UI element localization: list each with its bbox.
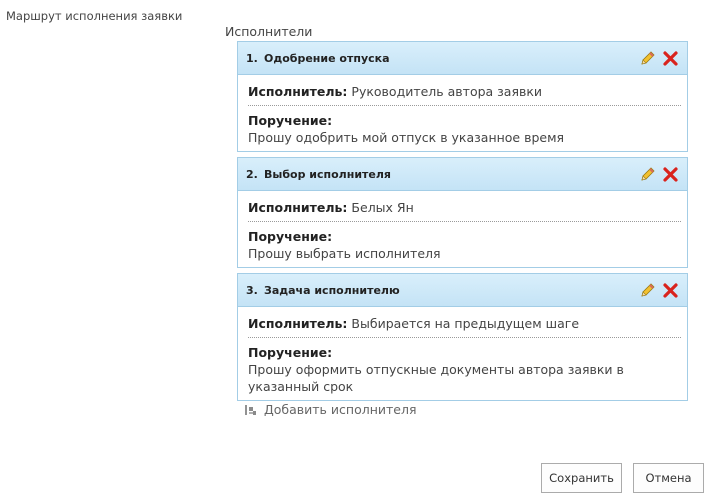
step-card: 3. Задача исполнителю Исполнитель: Выбир… [237,273,688,401]
assignment-row: Поручение: Прошу одобрить мой отпуск в у… [248,106,681,151]
assignment-label: Поручение: [248,345,333,360]
executors-title: Исполнители [225,24,313,39]
executor-row: Исполнитель: Белых Ян [248,191,681,222]
add-executor-icon [245,404,256,415]
save-button[interactable]: Сохранить [541,463,622,493]
step-title: Одобрение отпуска [264,51,390,65]
step-header: 1. Одобрение отпуска [238,42,687,75]
assignment-label: Поручение: [248,113,333,128]
steps-list: 1. Одобрение отпуска Исполнитель: Руково… [237,41,688,406]
executor-label: Исполнитель: [248,316,348,331]
add-executor-label: Добавить исполнителя [264,402,417,417]
step-actions [639,166,679,183]
step-card: 1. Одобрение отпуска Исполнитель: Руково… [237,41,688,152]
executor-value: Белых Ян [351,200,414,215]
assignment-row: Поручение: Прошу оформить отпускные доку… [248,338,681,400]
route-label: Маршрут исполнения заявки [6,9,183,23]
executor-row: Исполнитель: Выбирается на предыдущем ша… [248,307,681,338]
close-icon[interactable] [662,282,679,299]
step-number: 3. [246,283,258,297]
executor-value: Руководитель автора заявки [351,84,543,99]
executor-row: Исполнитель: Руководитель автора заявки [248,75,681,106]
add-executor-link[interactable]: Добавить исполнителя [244,402,416,417]
step-actions [639,50,679,67]
step-header: 3. Задача исполнителю [238,274,687,307]
step-title: Задача исполнителю [264,283,400,297]
pencil-icon[interactable] [639,282,656,299]
route-editor-page: Маршрут исполнения заявки Исполнители 1.… [0,0,712,504]
step-title: Выбор исполнителя [264,167,391,181]
assignment-label: Поручение: [248,229,333,244]
assignment-value: Прошу одобрить мой отпуск в указанное вр… [248,130,565,145]
step-number: 2. [246,167,258,181]
executor-value: Выбирается на предыдущем шаге [351,316,580,331]
pencil-icon[interactable] [639,166,656,183]
assignment-row: Поручение: Прошу выбрать исполнителя [248,222,681,267]
cancel-button[interactable]: Отмена [633,463,704,493]
step-number: 1. [246,51,258,65]
executor-label: Исполнитель: [248,200,348,215]
close-icon[interactable] [662,166,679,183]
step-actions [639,282,679,299]
assignment-value: Прошу оформить отпускные документы автор… [248,362,624,394]
close-icon[interactable] [662,50,679,67]
pencil-icon[interactable] [639,50,656,67]
executor-label: Исполнитель: [248,84,348,99]
step-card: 2. Выбор исполнителя Исполнитель: Белых … [237,157,688,268]
assignment-value: Прошу выбрать исполнителя [248,246,441,261]
step-header: 2. Выбор исполнителя [238,158,687,191]
